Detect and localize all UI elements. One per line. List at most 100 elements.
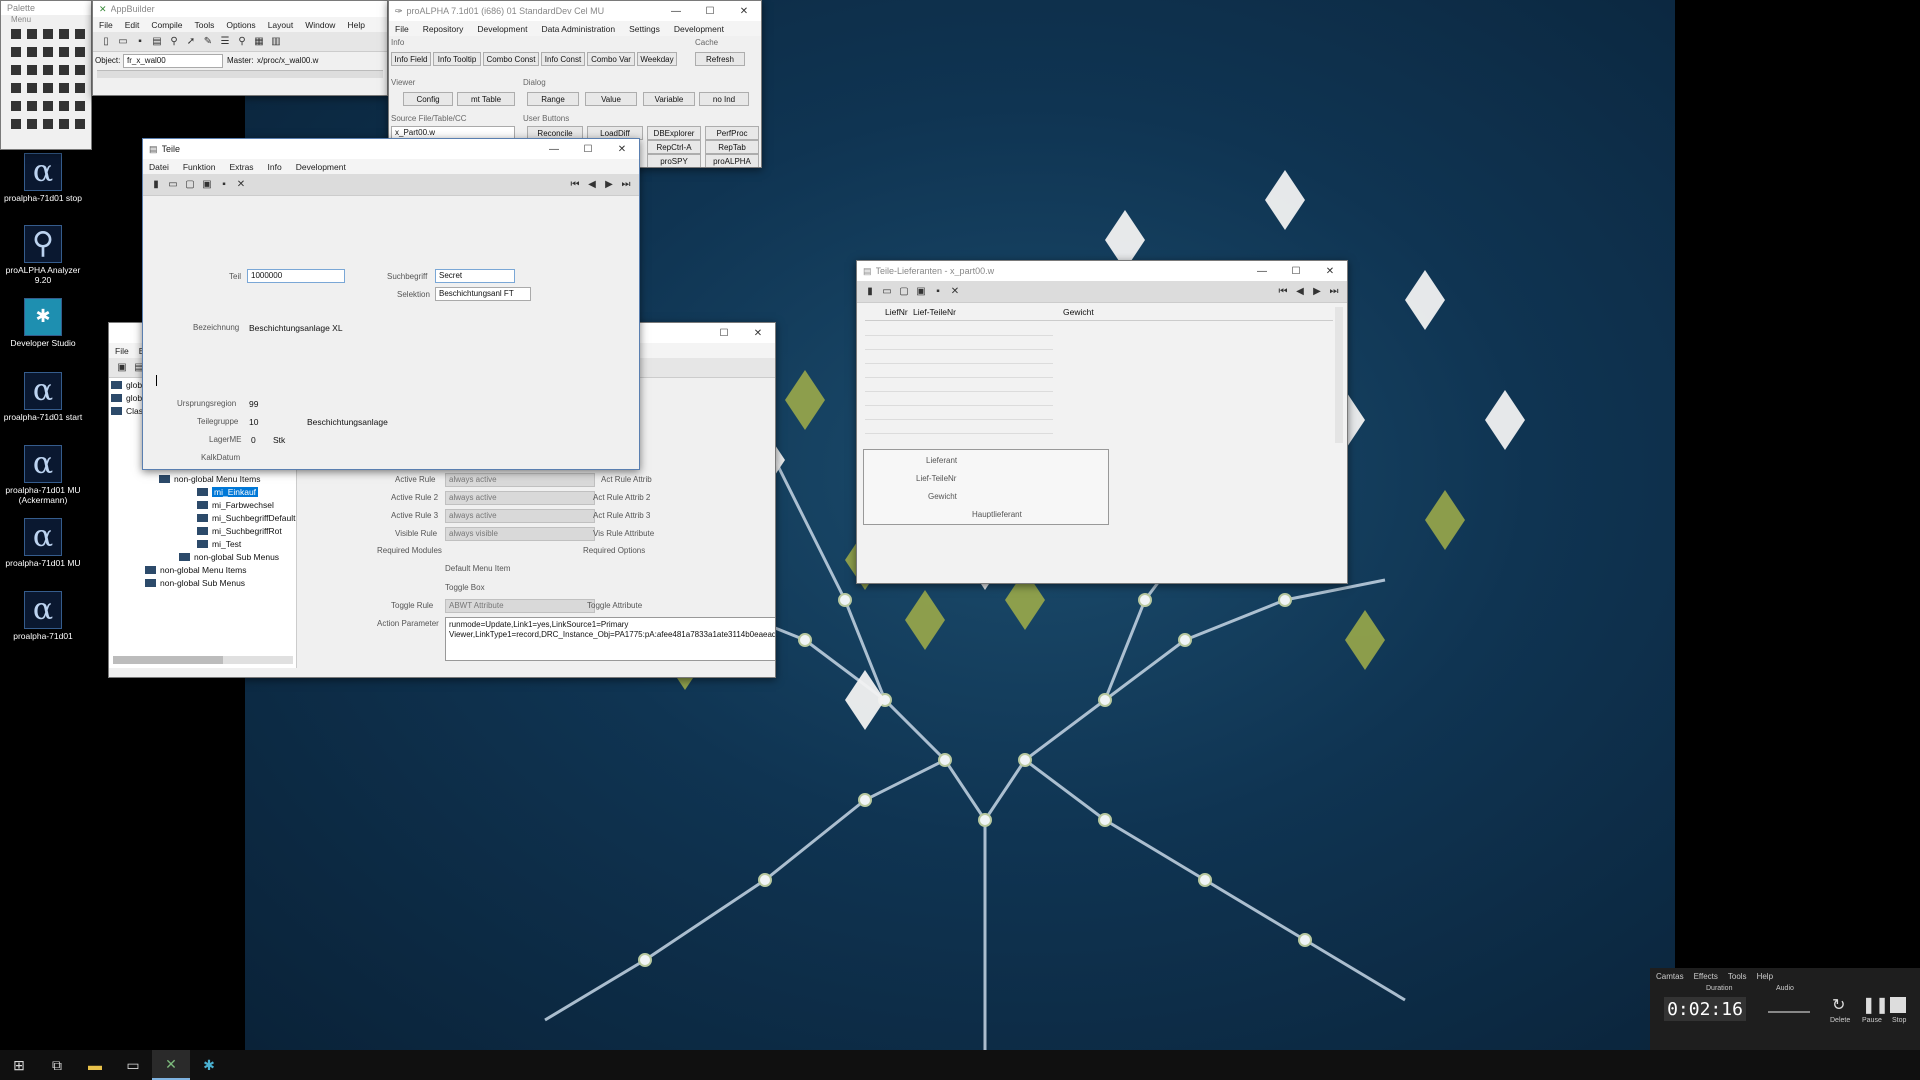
grid-icon[interactable]: ▦ <box>252 35 266 49</box>
close-icon[interactable]: ✕ <box>741 328 775 339</box>
proalpha-tools-titlebar[interactable]: ✑ proALPHA 7.1d01 (i686) 01 StandardDev … <box>389 1 761 21</box>
tree-node-mi-suchbegriffdefault[interactable]: mi_SuchbegriffDefault <box>197 513 295 523</box>
refresh-button[interactable]: Refresh <box>695 52 745 66</box>
menu-data-administration[interactable]: Data Administration <box>541 24 615 34</box>
delete-icon[interactable]: ↻ <box>1832 995 1845 1015</box>
task-view-icon[interactable]: ⧉ <box>38 1050 76 1080</box>
menu-layout[interactable]: Layout <box>268 20 294 30</box>
appbuilder-icon[interactable]: ✕ <box>152 1050 190 1080</box>
teil-field[interactable]: 1000000 <box>247 269 345 283</box>
appbuilder-scrollbar[interactable] <box>97 70 383 78</box>
edit-icon[interactable]: ✎ <box>201 35 215 49</box>
variable-button[interactable]: Variable <box>643 92 695 106</box>
menu-edit[interactable]: Edit <box>125 20 140 30</box>
stop-icon[interactable] <box>1890 997 1906 1013</box>
desktop-icon-proalpha[interactable]: α proalpha-71d01 <box>2 591 84 641</box>
desktop-icon-proalpha-stop[interactable]: α proalpha-71d01 stop <box>2 153 84 203</box>
toggle-rule-field[interactable]: ABWT Attribute <box>445 599 595 613</box>
open-icon[interactable]: ▭ <box>880 285 894 299</box>
combo-const-button[interactable]: Combo Const <box>483 52 539 66</box>
menu-tools[interactable]: Tools <box>1728 972 1747 981</box>
weekday-button[interactable]: Weekday <box>637 52 677 66</box>
menu-camtas[interactable]: Camtas <box>1656 972 1684 981</box>
tree-scrollbar[interactable] <box>113 656 293 664</box>
bezeichnung-value[interactable]: Beschichtungsanlage XL <box>249 323 343 333</box>
config-button[interactable]: Config <box>403 92 453 106</box>
cancel-icon[interactable]: ✕ <box>948 285 962 299</box>
close-icon[interactable]: ✕ <box>1313 266 1347 277</box>
value-button[interactable]: Value <box>585 92 637 106</box>
table-row[interactable] <box>865 323 1053 336</box>
menu-options[interactable]: Options <box>226 20 255 30</box>
minimize-icon[interactable]: — <box>537 144 571 155</box>
menu-file[interactable]: File <box>395 24 409 34</box>
previous-record-icon[interactable]: ◀ <box>1293 285 1307 299</box>
previous-record-icon[interactable]: ◀ <box>585 178 599 192</box>
table-row[interactable] <box>865 379 1053 392</box>
active-rule-field[interactable]: always active <box>445 473 595 487</box>
menu-help[interactable]: Help <box>1757 972 1773 981</box>
last-record-icon[interactable]: ⏭ <box>619 178 633 192</box>
menu-info[interactable]: Info <box>268 162 282 172</box>
file-explorer-icon[interactable]: ▬ <box>76 1050 114 1080</box>
copy-icon[interactable]: ▢ <box>897 285 911 299</box>
menu-development[interactable]: Development <box>296 162 346 172</box>
next-record-icon[interactable]: ▶ <box>602 178 616 192</box>
info-field-button[interactable]: Info Field <box>391 52 431 66</box>
active-rule-3-field[interactable]: always active <box>445 509 595 523</box>
table-row[interactable] <box>865 351 1053 364</box>
teile-titlebar[interactable]: ▤ Teile — ☐ ✕ <box>143 139 639 159</box>
no-ind-button[interactable]: no Ind <box>699 92 749 106</box>
last-record-icon[interactable]: ⏭ <box>1327 285 1341 299</box>
visible-rule-field[interactable]: always visible <box>445 527 595 541</box>
proalpha-button[interactable]: proALPHA <box>705 154 759 167</box>
palette-titlebar[interactable]: Palette <box>1 1 91 15</box>
maximize-icon[interactable]: ☐ <box>1279 266 1313 277</box>
menu-file[interactable]: File <box>99 20 113 30</box>
menu-effects[interactable]: Effects <box>1694 972 1718 981</box>
table-row[interactable] <box>865 365 1053 378</box>
menu-tools[interactable]: Tools <box>195 20 215 30</box>
menu-development-2[interactable]: Development <box>674 24 724 34</box>
menu-development[interactable]: Development <box>477 24 527 34</box>
list-icon[interactable]: ☰ <box>218 35 232 49</box>
lagerme-value[interactable]: 0 <box>251 435 256 445</box>
suchbegriff-field[interactable]: Secret <box>435 269 515 283</box>
run-icon[interactable]: ➚ <box>184 35 198 49</box>
column-header-gewicht[interactable]: Gewicht <box>1063 307 1143 320</box>
object-field[interactable]: fr_x_wal00 <box>123 54 223 68</box>
menu-settings[interactable]: Settings <box>629 24 660 34</box>
info-const-button[interactable]: Info Const <box>541 52 585 66</box>
save-icon[interactable]: ▪ <box>133 35 147 49</box>
table-row[interactable] <box>865 407 1053 420</box>
close-icon[interactable]: ✕ <box>605 144 639 155</box>
start-icon[interactable]: ⊞ <box>0 1050 38 1080</box>
tree-node-non-global-sub-menus[interactable]: non-global Sub Menus <box>179 552 279 562</box>
audio-level-slider[interactable] <box>1768 1011 1810 1013</box>
menu-datei[interactable]: Datei <box>149 162 169 172</box>
properties-icon[interactable]: ▥ <box>269 35 283 49</box>
combo-var-button[interactable]: Combo Var <box>587 52 635 66</box>
cancel-icon[interactable]: ✕ <box>234 178 248 192</box>
table-row[interactable] <box>865 337 1053 350</box>
maximize-icon[interactable]: ☐ <box>707 328 741 339</box>
toggle-box-checkbox[interactable]: Toggle Box <box>445 583 485 592</box>
delete-icon[interactable]: ▪ <box>931 285 945 299</box>
dbexplorer-button[interactable]: DBExplorer <box>647 126 701 140</box>
menu-compile[interactable]: Compile <box>151 20 182 30</box>
expand-icon[interactable]: ▣ <box>115 361 129 375</box>
maximize-icon[interactable]: ☐ <box>571 144 605 155</box>
tree-node-non-global-menu-items-2[interactable]: non-global Menu Items <box>145 565 246 575</box>
tree-node[interactable]: glob <box>111 380 142 390</box>
column-header-liefnr[interactable]: LiefNr <box>885 307 913 320</box>
save-icon[interactable]: ▣ <box>200 178 214 192</box>
tree-node-non-global-menu-items[interactable]: non-global Menu Items <box>159 474 260 484</box>
default-menu-item-checkbox[interactable]: Default Menu Item <box>445 564 510 573</box>
table-row[interactable] <box>865 421 1053 434</box>
delete-icon[interactable]: ▪ <box>217 178 231 192</box>
first-record-icon[interactable]: ⏮ <box>568 178 582 192</box>
perfproc-button[interactable]: PerfProc <box>705 126 759 140</box>
range-button[interactable]: Range <box>527 92 579 106</box>
menu-file[interactable]: File <box>115 346 129 356</box>
tree-node[interactable]: glob <box>111 393 142 403</box>
